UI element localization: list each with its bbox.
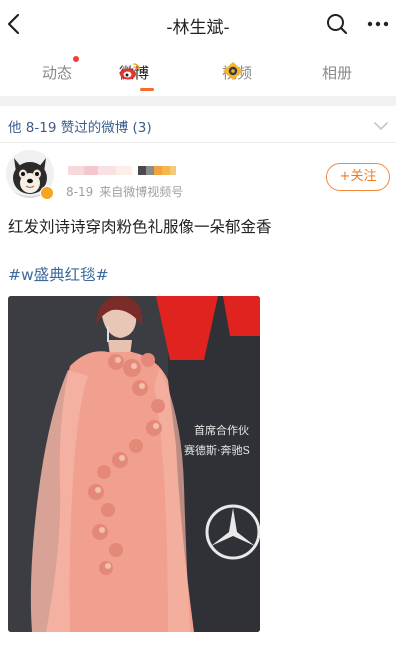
top-bar: -林生斌- [0,0,396,48]
tab-xiangce[interactable]: 相册 [322,62,352,86]
collapse-button[interactable] [372,118,390,132]
section-separator [0,96,396,106]
tab-dongtai[interactable]: 动态 [42,62,72,86]
profile-tabs: 动态 微博 视频 相册 [0,52,396,92]
section-title: 他 8-19 赞过的微博 (3) [8,120,152,136]
more-icon [367,21,389,27]
author-avatar[interactable] [6,150,56,202]
post-text[interactable]: 红发刘诗诗穿肉粉色礼服像一朵郁金香 [8,215,272,237]
search-button[interactable] [326,13,348,35]
video-icon [223,62,243,80]
search-icon [327,14,348,35]
chevron-down-icon [374,122,388,130]
video-caption-2: 赛德斯·奔驰S [184,444,251,457]
red-carpet-photo [8,296,260,632]
video-caption-1: 首席合作伙 [194,424,249,437]
post-video-thumbnail[interactable]: 首席合作伙 赛德斯·奔驰S [8,296,260,632]
post-source[interactable]: 来自微博视频号 [99,185,183,199]
hashtag-link[interactable]: #w盛典红毯# [8,263,109,285]
active-tab-indicator [140,88,154,91]
liked-section-header[interactable]: 他 8-19 赞过的微博 (3) [0,110,396,140]
more-button[interactable] [366,13,390,35]
post-date: 8-19 [66,185,94,199]
weibo-logo-icon [120,63,140,80]
divider [0,142,396,143]
follow-button[interactable]: +关注 [326,163,390,191]
verified-badge-icon [40,186,54,200]
post-meta: 8-19 来自微博视频号 [66,183,183,200]
notification-dot [73,56,79,62]
author-name-blurred[interactable] [68,166,176,175]
